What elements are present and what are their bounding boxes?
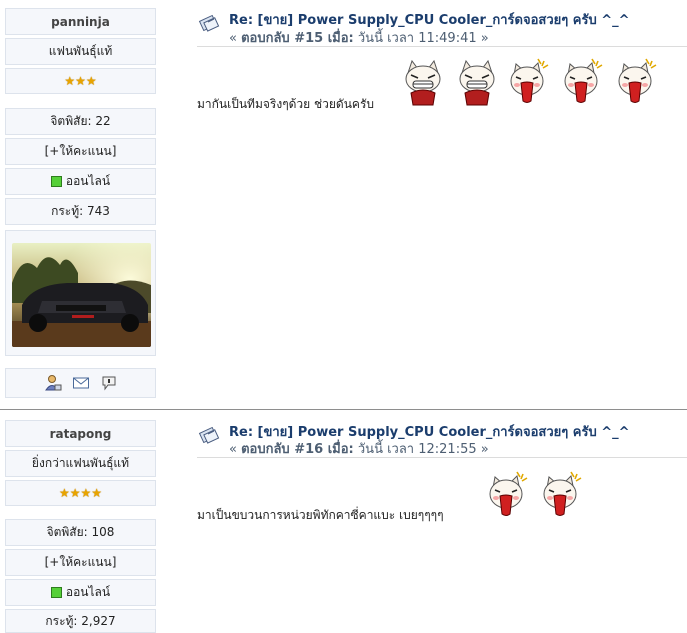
online-icon (50, 176, 62, 187)
reply-number[interactable]: ตอบกลับ #16 เมื่อ: (241, 442, 354, 457)
avatar[interactable] (12, 243, 151, 347)
meta-prefix: « (229, 31, 242, 46)
avatar-box (5, 230, 156, 356)
grin-cat-icon (405, 59, 441, 106)
email-icon[interactable] (72, 374, 90, 392)
online-status-label: ออนไลน์ (65, 174, 111, 188)
user-rank: แฟนพันธุ์แท้ (5, 38, 156, 65)
online-status: ออนไลน์ (5, 579, 156, 606)
scream-cat-icon (618, 58, 657, 103)
user-rank: ยิ่งกว่าแฟนพันธุ์แท้ (5, 450, 156, 477)
reply-number[interactable]: ตอบกลับ #15 เมื่อ: (241, 31, 354, 46)
meta-prefix: « (229, 442, 242, 457)
star-icon: ★★★ (64, 74, 97, 88)
scream-cat-icon (564, 58, 603, 103)
give-karma-link[interactable]: [+ให้คะแนน] (5, 138, 156, 165)
profile-icon[interactable] (44, 374, 62, 392)
post-divider (197, 457, 687, 458)
post-separator (0, 409, 687, 410)
username[interactable]: ratapong (5, 420, 156, 447)
give-karma-link[interactable]: [+ให้คะแนน] (5, 549, 156, 576)
grin-cat-icon (459, 59, 495, 106)
rank-stars: ★★★ (5, 68, 156, 94)
profile-actions (5, 368, 156, 398)
post-icon (198, 14, 220, 32)
post-time: วันนี้ เวลา 12:21:55 » (353, 442, 489, 457)
online-icon (50, 587, 62, 598)
personal-message-icon[interactable] (100, 374, 118, 392)
scream-cat-icon (543, 471, 582, 516)
post-body: มาเป็นขบวนการหน่วยพิทักคาซี่คาแบะ เบยๆๆๆ… (197, 508, 444, 522)
online-status: ออนไลน์ (5, 168, 156, 195)
star-icon: ★★★★ (58, 486, 103, 500)
post-icon (198, 426, 220, 444)
online-status-label: ออนไลน์ (65, 585, 111, 599)
post-body: มากันเป็นทีมจริงๆด้วย ช่วยดันครับ (197, 97, 375, 111)
post-count: กระทู้: 743 (5, 198, 156, 225)
post-count: กระทู้: 2,927 (5, 609, 156, 633)
scream-cat-icon (489, 471, 528, 516)
rank-stars: ★★★★ (5, 480, 156, 506)
scream-cat-icon (510, 58, 549, 103)
karma-value: จิตพิสัย: 108 (5, 519, 156, 546)
post-time: วันนี้ เวลา 11:49:41 » (353, 31, 489, 46)
post-divider (197, 46, 687, 47)
post-meta: « ตอบกลับ #15 เมื่อ: วันนี้ เวลา 11:49:4… (229, 27, 489, 48)
username[interactable]: panninja (5, 8, 156, 35)
karma-value: จิตพิสัย: 22 (5, 108, 156, 135)
post-meta: « ตอบกลับ #16 เมื่อ: วันนี้ เวลา 12:21:5… (229, 438, 489, 459)
